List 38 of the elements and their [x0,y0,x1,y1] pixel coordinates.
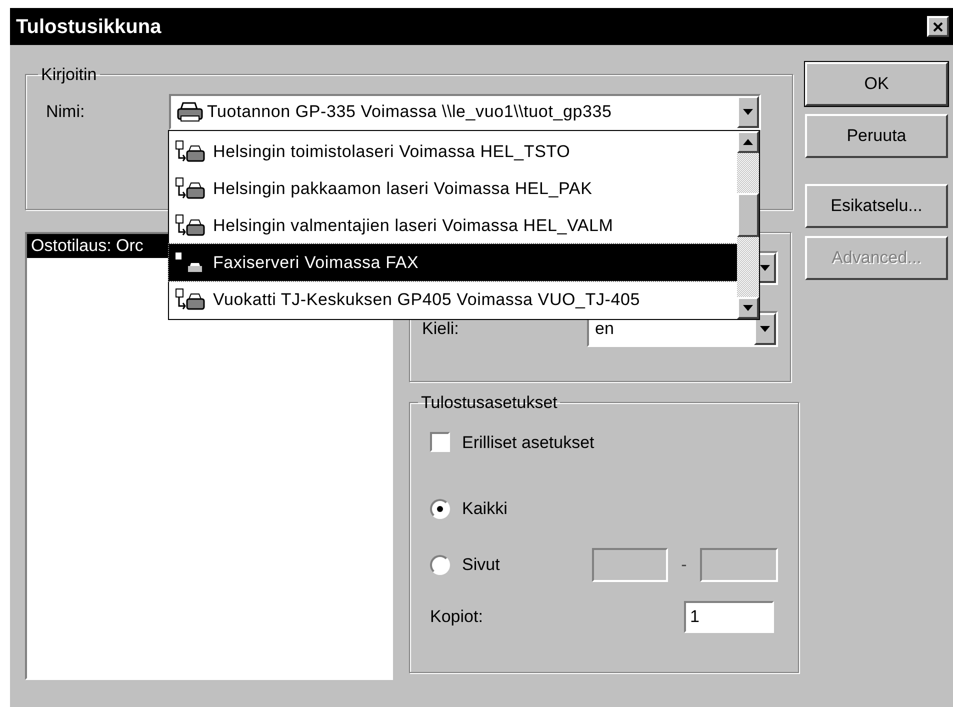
scroll-up-button[interactable] [737,131,759,153]
fax-icon [175,250,205,274]
caret-up-icon [743,139,753,145]
network-printer-icon [175,214,205,238]
scroll-thumb[interactable] [737,193,759,237]
page-separator: - [680,554,688,576]
group-legend: Kirjoitin [38,62,100,88]
copies-label: Kopiot: [430,606,484,628]
group-legend: Tulostusasetukset [418,390,560,416]
radio-button[interactable] [430,499,450,519]
checkbox[interactable] [430,432,450,452]
window-title: Tulostusikkuna [16,14,162,40]
radio-label: Kaikki [462,498,508,520]
copies-field[interactable]: 1 [684,601,774,633]
checkbox-label: Erilliset asetukset [462,432,594,454]
printer-option[interactable]: Faxiserveri Voimassa FAX [169,244,737,281]
network-printer-icon [175,176,205,200]
dialog-button[interactable]: OK [805,62,948,106]
scrollbar[interactable] [737,131,759,319]
printer-dropdown[interactable]: Tuotannon GP-335 Voimassa \\le_vuo1\\tuot_gp335 [169,94,761,130]
scroll-down-button[interactable] [737,297,759,319]
dropdown-arrow-button[interactable] [737,96,759,128]
network-printer-icon [175,288,205,312]
dropdown-arrow-button[interactable] [754,313,776,345]
name-label: Nimi: [46,100,86,123]
printer-option[interactable]: Helsingin toimistolaseri Voimassa HEL_TSTO [169,133,737,170]
dialog-button[interactable]: Peruuta [805,114,948,158]
printer-icon [177,100,203,122]
close-icon [933,22,943,32]
language-label: Kieli: [422,318,460,340]
caret-down-icon [760,326,770,332]
dialog-button[interactable]: Esikatselu... [805,184,948,228]
radio-label: Sivut [462,554,501,576]
radio-button[interactable] [430,555,450,575]
printer-option[interactable]: Helsingin pakkaamon laseri Voimassa HEL_PAK [169,170,737,207]
close-button[interactable] [927,16,949,37]
network-printer-icon [175,140,205,164]
caret-down-icon [743,108,753,114]
